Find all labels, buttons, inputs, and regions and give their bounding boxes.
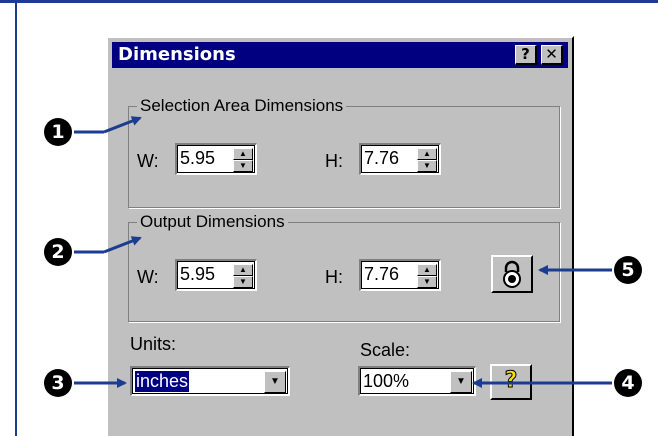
units-label: Units: — [130, 334, 177, 354]
help-button[interactable]: ? — [490, 364, 532, 400]
selection-height-label: H: — [325, 151, 343, 171]
title-help-button[interactable]: ? — [515, 45, 537, 65]
selection-area-legend: Selection Area Dimensions — [137, 97, 347, 115]
title-bar: Dimensions ? ✕ — [112, 42, 568, 68]
window-title: Dimensions — [118, 44, 236, 65]
spin-down-icon[interactable]: ▼ — [417, 276, 437, 288]
spin-down-icon[interactable]: ▼ — [417, 160, 437, 172]
page-frame-top-rule — [0, 0, 658, 3]
callout-3: 3 — [44, 369, 72, 397]
output-width-field[interactable]: 5.95 ▲ ▼ — [175, 259, 257, 291]
spin-up-icon[interactable]: ▲ — [417, 148, 437, 160]
output-height-spinner[interactable]: ▲ ▼ — [417, 264, 437, 288]
selection-width-spinner[interactable]: ▲ ▼ — [233, 148, 253, 172]
selection-width-field[interactable]: 5.95 ▲ ▼ — [175, 143, 257, 175]
output-width-label: W: — [137, 267, 159, 287]
units-selected-value: inches — [135, 371, 190, 392]
output-dimensions-legend: Output Dimensions — [137, 213, 288, 231]
spin-down-icon[interactable]: ▼ — [233, 276, 253, 288]
chevron-down-icon[interactable]: ▼ — [450, 371, 472, 393]
scale-selected-value: 100% — [363, 371, 410, 391]
scale-select[interactable]: 100% ▼ — [358, 366, 476, 396]
close-button[interactable]: ✕ — [541, 45, 563, 65]
output-height-value: 7.76 — [364, 264, 400, 284]
dimensions-dialog: Dimensions ? ✕ Selection Area Dimensions… — [106, 36, 574, 436]
selection-height-value: 7.76 — [364, 148, 400, 168]
units-select[interactable]: inches ▼ — [130, 366, 290, 396]
callout-5: 5 — [614, 256, 642, 284]
callout-4: 4 — [614, 369, 642, 397]
spin-up-icon[interactable]: ▲ — [233, 264, 253, 276]
padlock-icon — [503, 260, 521, 288]
question-mark-icon: ? — [504, 368, 518, 394]
output-width-value: 5.95 — [180, 264, 216, 284]
selection-width-label: W: — [137, 151, 159, 171]
selection-height-field[interactable]: 7.76 ▲ ▼ — [359, 143, 441, 175]
scale-label: Scale: — [360, 340, 411, 360]
output-width-spinner[interactable]: ▲ ▼ — [233, 264, 253, 288]
spin-down-icon[interactable]: ▼ — [233, 160, 253, 172]
output-dimensions-group: Output Dimensions W: 5.95 ▲ ▼ H: 7.76 ▲ … — [128, 213, 560, 322]
spin-up-icon[interactable]: ▲ — [233, 148, 253, 160]
output-height-field[interactable]: 7.76 ▲ ▼ — [359, 259, 441, 291]
selection-height-spinner[interactable]: ▲ ▼ — [417, 148, 437, 172]
callout-2: 2 — [44, 238, 72, 266]
page-frame-left-rule — [15, 0, 17, 436]
output-height-label: H: — [325, 267, 343, 287]
lock-aspect-button[interactable] — [491, 255, 533, 293]
selection-area-group: Selection Area Dimensions W: 5.95 ▲ ▼ H:… — [128, 97, 560, 208]
callout-1: 1 — [44, 118, 72, 146]
chevron-down-icon[interactable]: ▼ — [264, 371, 286, 393]
selection-width-value: 5.95 — [180, 148, 216, 168]
spin-up-icon[interactable]: ▲ — [417, 264, 437, 276]
